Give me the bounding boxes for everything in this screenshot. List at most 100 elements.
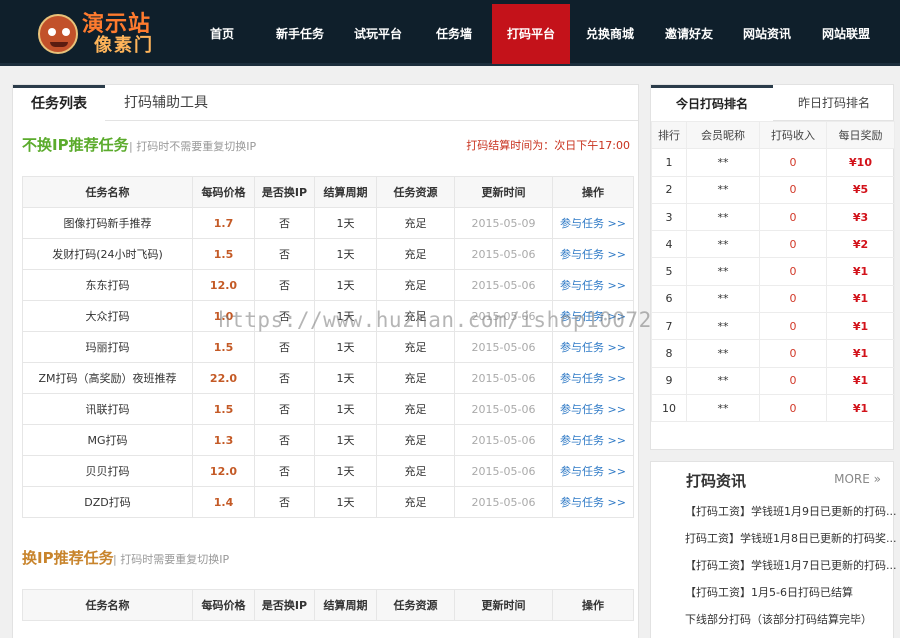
coding-income: 0 xyxy=(759,202,827,232)
task-action[interactable]: 参与任务 >> xyxy=(552,238,634,270)
ranking-table: 排行 会员昵称 打码收入 每日奖励 1 ** 0 ¥10 2 ** 0 ¥5 3 ** 0 ¥3 4 ** 0 ¥2 5… xyxy=(651,120,895,423)
task-action[interactable]: 参与任务 >> xyxy=(552,269,634,301)
task-name: ZM打码（高奖励）夜班推荐 xyxy=(22,362,193,394)
table-row: 讯联打码 1.5 否 1天 充足 2015-05-06 参与任务 >> xyxy=(22,393,634,425)
task-updated: 2015-05-06 xyxy=(454,393,553,425)
news-more-link[interactable]: MORE » xyxy=(834,472,881,486)
task-action[interactable]: 参与任务 >> xyxy=(552,207,634,239)
daily-bonus: ¥3 xyxy=(826,202,895,232)
table-row: 大众打码 1.0 否 1天 充足 2015-05-06 参与任务 >> xyxy=(22,300,634,332)
task-ip-change: 否 xyxy=(254,207,315,239)
nav-item-1[interactable]: 新手任务 xyxy=(260,4,340,64)
news-item[interactable]: 【打码工资】1月5-6日打码已结算 xyxy=(651,579,900,606)
task-action[interactable]: 参与任务 >> xyxy=(552,393,634,425)
task-action[interactable]: 参与任务 >> xyxy=(552,424,634,456)
daily-bonus: ¥1 xyxy=(826,257,895,286)
news-item[interactable]: 【打码工资】学钱班1月9日已更新的打码... xyxy=(651,498,900,525)
task-action[interactable]: 参与任务 >> xyxy=(552,362,634,394)
tab-today-ranking[interactable]: 今日打码排名 xyxy=(651,85,773,122)
nav-item-4[interactable]: 打码平台 xyxy=(492,4,570,64)
member-nickname: ** xyxy=(686,393,760,423)
tab-yesterday-ranking[interactable]: 昨日打码排名 xyxy=(773,85,895,121)
ranking-row: 7 ** 0 ¥1 xyxy=(651,312,895,341)
table-header-row: 任务名称 每码价格 是否换IP 结算周期 任务资源 更新时间 操作 xyxy=(22,176,634,208)
nav-item-7[interactable]: 网站资讯 xyxy=(728,4,806,64)
nav-item-2[interactable]: 试玩平台 xyxy=(340,4,416,64)
rank-number: 6 xyxy=(651,284,687,314)
task-name: 大众打码 xyxy=(22,300,193,332)
daily-bonus: ¥2 xyxy=(826,230,895,259)
task-resource: 充足 xyxy=(376,300,455,332)
coding-income: 0 xyxy=(759,257,827,286)
site-logo[interactable]: 演示站 像素门 xyxy=(38,12,160,58)
tab-task-list[interactable]: 任务列表 xyxy=(13,85,105,122)
nav-item-6[interactable]: 邀请好友 xyxy=(650,4,728,64)
column-header-task-cycle: 结算周期 xyxy=(314,176,377,208)
rank-number: 7 xyxy=(651,312,687,341)
task-cycle: 1天 xyxy=(314,331,377,363)
news-list: 【打码工资】学钱班1月9日已更新的打码... 打码工资】学钱班1月8日已更新的打码… xyxy=(651,498,900,633)
task-updated: 2015-05-06 xyxy=(454,455,553,487)
main-nav: 首页 新手任务 试玩平台 任务墙 打码平台 兑换商城 邀请好友 网站资讯 网站联盟 xyxy=(184,4,886,64)
news-panel: 打码资讯 MORE » 【打码工资】学钱班1月9日已更新的打码... 打码工资】学… xyxy=(650,461,897,638)
task-ip-change: 否 xyxy=(254,331,315,363)
task-action[interactable]: 参与任务 >> xyxy=(552,300,634,332)
task-ip-change: 否 xyxy=(254,455,315,487)
ranking-column-coding-income: 打码收入 xyxy=(759,120,827,150)
task-price: 12.0 xyxy=(192,269,255,301)
rank-number: 8 xyxy=(651,339,687,368)
column-header-task-ip-change: 是否换IP xyxy=(254,176,315,208)
task-action[interactable]: 参与任务 >> xyxy=(552,331,634,363)
news-item[interactable]: 打码工资】学钱班1月8日已更新的打码奖... xyxy=(651,525,900,552)
task-price: 1.5 xyxy=(192,393,255,425)
news-title: 打码资讯 xyxy=(686,472,747,490)
task-cycle: 1天 xyxy=(314,300,377,332)
task-resource: 充足 xyxy=(376,362,455,394)
task-ip-change: 否 xyxy=(254,238,315,270)
section-title-no-ip-change: 不换IP推荐任务 xyxy=(22,136,129,154)
ranking-row: 6 ** 0 ¥1 xyxy=(651,284,895,314)
table-row: 东东打码 12.0 否 1天 充足 2015-05-06 参与任务 >> xyxy=(22,269,634,301)
task-price: 22.0 xyxy=(192,362,255,394)
member-nickname: ** xyxy=(686,339,760,368)
news-item[interactable]: 【打码工资】学钱班1月7日已更新的打码... xyxy=(651,552,900,579)
coding-income: 0 xyxy=(759,175,827,204)
news-more-label: MORE xyxy=(834,472,870,486)
rank-number: 4 xyxy=(651,230,687,259)
ranking-column-rank-number: 排行 xyxy=(651,120,687,150)
table-row: 贝贝打码 12.0 否 1天 充足 2015-05-06 参与任务 >> xyxy=(22,455,634,487)
nav-item-3[interactable]: 任务墙 xyxy=(416,4,492,64)
column-header-task-ip-change: 是否换IP xyxy=(254,589,315,621)
task-name: MG打码 xyxy=(22,424,193,456)
tab-coding-tools[interactable]: 打码辅助工具 xyxy=(111,85,221,121)
rank-number: 9 xyxy=(651,366,687,395)
task-price: 1.5 xyxy=(192,238,255,270)
nav-item-5[interactable]: 兑换商城 xyxy=(570,4,650,64)
task-action[interactable]: 参与任务 >> xyxy=(552,486,634,518)
task-name: 图像打码新手推荐 xyxy=(22,207,193,239)
rank-number: 5 xyxy=(651,257,687,286)
task-cycle: 1天 xyxy=(314,424,377,456)
logo-text-line2: 像素门 xyxy=(94,35,154,56)
rank-number: 2 xyxy=(651,175,687,204)
coding-income: 0 xyxy=(759,284,827,314)
member-nickname: ** xyxy=(686,175,760,204)
daily-bonus: ¥1 xyxy=(826,339,895,368)
nav-item-8[interactable]: 网站联盟 xyxy=(806,4,886,64)
task-price: 1.7 xyxy=(192,207,255,239)
task-cycle: 1天 xyxy=(314,455,377,487)
news-item[interactable]: 下线部分打码（该部分打码结算完毕） xyxy=(651,606,900,633)
task-cycle: 1天 xyxy=(314,238,377,270)
ranking-row: 9 ** 0 ¥1 xyxy=(651,366,895,395)
task-action[interactable]: 参与任务 >> xyxy=(552,455,634,487)
member-nickname: ** xyxy=(686,257,760,286)
task-resource: 充足 xyxy=(376,455,455,487)
nav-item-0[interactable]: 首页 xyxy=(184,4,260,64)
coding-income: 0 xyxy=(759,393,827,423)
task-resource: 充足 xyxy=(376,269,455,301)
task-name: 贝贝打码 xyxy=(22,455,193,487)
task-updated: 2015-05-06 xyxy=(454,424,553,456)
member-nickname: ** xyxy=(686,366,760,395)
coding-income: 0 xyxy=(759,312,827,341)
task-price: 1.5 xyxy=(192,331,255,363)
